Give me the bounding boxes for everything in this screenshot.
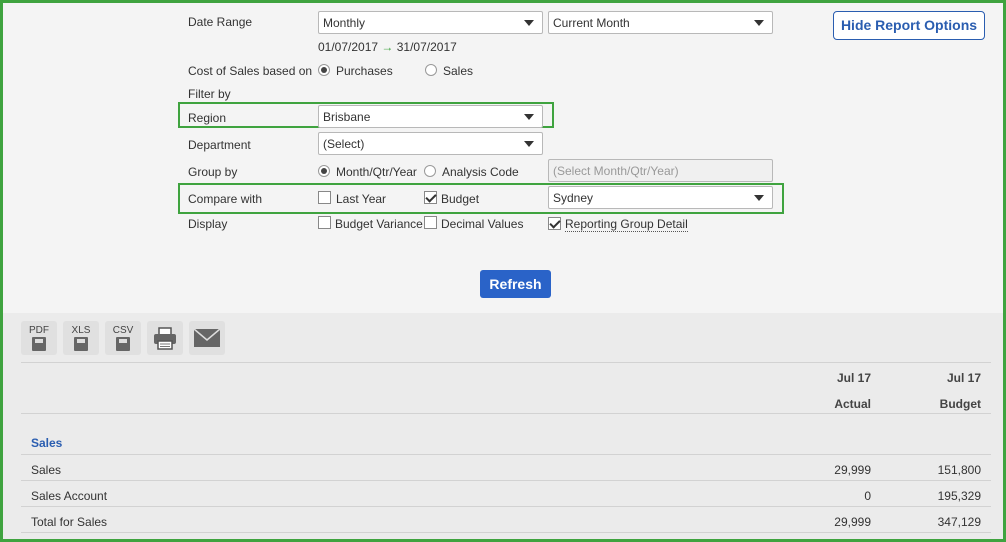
xls-label: XLS — [71, 325, 91, 336]
row-budget: 151,800 — [937, 463, 981, 477]
department-select[interactable]: (Select) — [318, 132, 543, 155]
row-actual: 29,999 — [834, 463, 871, 477]
chevron-down-icon — [524, 20, 534, 26]
filter-by-label: Filter by — [188, 87, 231, 101]
group-analysis-radio[interactable] — [424, 165, 436, 177]
row-budget: 195,329 — [937, 489, 981, 503]
region-select-value: Brisbane — [323, 110, 371, 124]
pdf-label: PDF — [29, 325, 49, 336]
report-options-panel: Date Range Monthly Current Month 01/07/2… — [3, 3, 1003, 313]
save-icon — [74, 337, 88, 351]
group-analysis-label: Analysis Code — [442, 165, 519, 179]
divider — [21, 362, 991, 363]
budget-select[interactable]: Sydney — [548, 186, 773, 209]
month-select[interactable]: Current Month — [548, 11, 773, 34]
group-period-select[interactable]: (Select Month/Qtr/Year) — [548, 159, 773, 182]
cos-purchases-label: Purchases — [336, 64, 393, 78]
last-year-label: Last Year — [336, 192, 387, 206]
email-button[interactable] — [189, 321, 225, 355]
divider — [21, 506, 991, 507]
period-select[interactable]: Monthly — [318, 11, 543, 34]
divider — [21, 480, 991, 481]
row-label: Sales Account — [31, 489, 108, 503]
decimal-values-label: Decimal Values — [441, 217, 524, 231]
chevron-down-icon — [754, 195, 764, 201]
compare-with-label: Compare with — [188, 192, 263, 206]
cos-sales-radio[interactable] — [425, 64, 437, 76]
cos-sales-label: Sales — [443, 64, 474, 78]
row-label: Sales — [31, 463, 62, 477]
arrow-right-icon: → — [381, 40, 394, 54]
report-output: PDF XLS CSV Jul 17 Jul 17 Actual Budget … — [3, 313, 1003, 539]
row-actual: 0 — [864, 489, 871, 503]
cost-of-sales-label: Cost of Sales based on — [188, 64, 313, 78]
decimal-values-checkbox[interactable] — [424, 216, 437, 229]
refresh-button[interactable]: Refresh — [480, 270, 551, 298]
last-year-checkbox[interactable] — [318, 191, 331, 204]
date-from: 01/07/2017 — [318, 40, 379, 54]
display-label: Display — [188, 217, 228, 231]
date-range-display: 01/07/2017 → 31/07/2017 — [318, 40, 457, 54]
col1-period-header: Jul 17 — [836, 371, 871, 385]
chevron-down-icon — [754, 20, 764, 26]
pdf-export-button[interactable]: PDF — [21, 321, 57, 355]
row-budget: 347,129 — [937, 515, 981, 529]
xls-export-button[interactable]: XLS — [63, 321, 99, 355]
group-period-placeholder: (Select Month/Qtr/Year) — [553, 164, 679, 178]
reporting-group-checkbox[interactable] — [548, 217, 561, 230]
col2-period-header: Jul 17 — [946, 371, 981, 385]
period-select-value: Monthly — [323, 16, 366, 30]
envelope-icon — [193, 328, 221, 347]
month-select-value: Current Month — [553, 16, 630, 30]
region-select[interactable]: Brisbane — [318, 105, 543, 128]
group-month-radio[interactable] — [318, 165, 330, 177]
section-title-sales: Sales — [31, 436, 63, 450]
save-icon — [32, 337, 46, 351]
group-by-label: Group by — [188, 165, 238, 179]
divider — [21, 413, 991, 414]
print-button[interactable] — [147, 321, 183, 355]
budget-checkbox[interactable] — [424, 191, 437, 204]
department-select-value: (Select) — [323, 137, 365, 151]
divider — [21, 454, 991, 455]
printer-icon — [154, 327, 176, 350]
row-actual: 29,999 — [834, 515, 871, 529]
chevron-down-icon — [524, 114, 534, 120]
row-label: Total for Sales — [31, 515, 108, 529]
budget-variance-checkbox[interactable] — [318, 216, 331, 229]
budget-select-value: Sydney — [553, 191, 594, 205]
date-to: 31/07/2017 — [396, 40, 457, 54]
report-window: Date Range Monthly Current Month 01/07/2… — [0, 0, 1006, 542]
divider — [21, 532, 991, 533]
col1-type-header: Actual — [834, 397, 871, 411]
csv-label: CSV — [112, 325, 134, 336]
date-range-label: Date Range — [188, 15, 253, 29]
chevron-down-icon — [524, 141, 534, 147]
department-label: Department — [188, 138, 251, 152]
group-month-label: Month/Qtr/Year — [336, 165, 417, 179]
budget-variance-label: Budget Variance — [335, 217, 423, 231]
region-label: Region — [188, 111, 227, 125]
reporting-group-label: Reporting Group Detail — [565, 217, 688, 232]
hide-report-options-button[interactable]: Hide Report Options — [833, 11, 985, 40]
cos-purchases-radio[interactable] — [318, 64, 330, 76]
col2-type-header: Budget — [939, 397, 981, 411]
csv-export-button[interactable]: CSV — [105, 321, 141, 355]
save-icon — [116, 337, 130, 351]
budget-label: Budget — [441, 192, 480, 206]
